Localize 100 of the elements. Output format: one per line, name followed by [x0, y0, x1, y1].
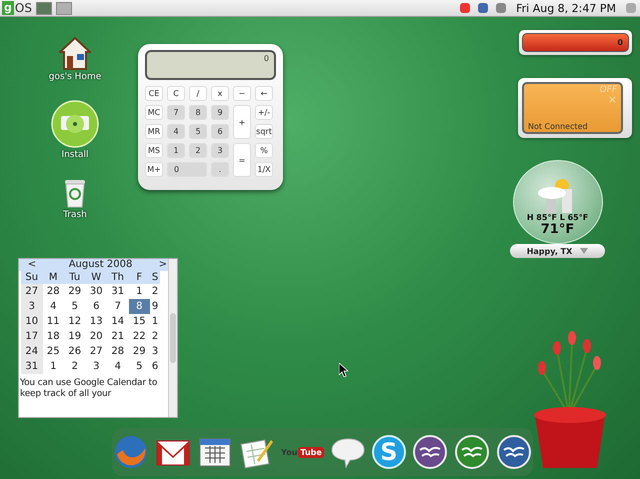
trash-icon[interactable]	[63, 178, 87, 208]
calendar-day[interactable]: 12	[64, 314, 86, 329]
calendar-day[interactable]: 27	[21, 284, 42, 299]
calculator-key[interactable]: C	[167, 86, 185, 101]
calendar-day[interactable]: 2	[150, 329, 160, 344]
calendar-day[interactable]: 13	[86, 314, 107, 329]
calendar-day[interactable]: 7	[107, 299, 128, 314]
connection-status: Not Connected	[528, 122, 589, 131]
calendar-day[interactable]: 6	[86, 299, 107, 314]
calculator-key[interactable]: +/-	[255, 105, 273, 120]
clock[interactable]: Fri Aug 8, 2:47 PM	[516, 2, 616, 14]
calculator-key[interactable]: ←	[255, 86, 273, 101]
next-month-button[interactable]: >	[158, 259, 168, 271]
calendar-day[interactable]: 22	[128, 329, 150, 344]
seagull-icon[interactable]	[496, 434, 532, 470]
calculator-key[interactable]: MC	[145, 105, 163, 120]
calendar-day[interactable]: 5	[64, 299, 86, 314]
icon-label[interactable]: Install	[61, 150, 89, 160]
disc-icon[interactable]	[51, 100, 99, 148]
calendar-day[interactable]: 14	[107, 314, 128, 329]
icon-label[interactable]: Trash	[63, 210, 87, 220]
calendar-day[interactable]: 1	[150, 314, 160, 329]
weekday-header: W	[86, 271, 107, 284]
calculator-key[interactable]: 1/X	[255, 162, 273, 177]
weekday-header: S	[150, 271, 160, 284]
meter-reading: 0	[617, 38, 623, 47]
calendar-day[interactable]: 15	[128, 314, 150, 329]
calendar-day[interactable]: 2	[64, 359, 86, 374]
calendar-day[interactable]: 1	[42, 359, 64, 374]
weekday-header: F	[128, 271, 150, 284]
calculator-key[interactable]: %	[255, 143, 273, 158]
workspace-switcher[interactable]	[36, 2, 52, 14]
calendar-day[interactable]: 3	[21, 299, 42, 314]
calendar-day[interactable]: 10	[21, 314, 42, 329]
calendar-day[interactable]: 4	[42, 299, 64, 314]
calculator-key[interactable]: 3	[211, 143, 229, 158]
calendar-day[interactable]: 3	[86, 359, 107, 374]
calendar-day[interactable]: 28	[42, 284, 64, 299]
calculator-key[interactable]: 1	[167, 143, 185, 158]
high-low-temperature: H 85°F L 65°F	[526, 213, 588, 222]
calculator-key[interactable]: CE	[145, 86, 163, 101]
calculator-key[interactable]: M+	[145, 162, 163, 177]
icon-label[interactable]: gos's Home	[48, 72, 102, 82]
calendar-day[interactable]: 9	[150, 299, 160, 314]
calendar-day[interactable]: 6	[150, 359, 160, 374]
calendar-day[interactable]: 1	[128, 284, 150, 299]
location-selector[interactable]: Happy, TX	[510, 244, 605, 258]
calculator-key[interactable]: sqrt	[255, 124, 273, 139]
calendar-day[interactable]: 31	[21, 359, 42, 374]
weekday-header: Th	[107, 271, 128, 284]
calculator-key[interactable]: MS	[145, 143, 163, 158]
calculator-key[interactable]: 8	[189, 105, 207, 120]
calculator-key[interactable]: 9	[211, 105, 229, 120]
calendar-day[interactable]: 11	[42, 314, 64, 329]
calendar-day[interactable]: 31	[107, 284, 128, 299]
calculator-key[interactable]: x	[211, 86, 229, 101]
calendar-day[interactable]: 28	[107, 344, 128, 359]
os-logo[interactable]: g OS	[2, 1, 32, 15]
calculator-key[interactable]: −	[233, 86, 251, 101]
calendar-day[interactable]: 5	[128, 359, 150, 374]
calendar-day[interactable]: 29	[128, 344, 150, 359]
seagull-icon[interactable]	[454, 434, 490, 470]
calculator-key[interactable]: .	[211, 162, 229, 177]
calendar-day[interactable]: 8	[128, 299, 150, 314]
previous-month-button[interactable]: <	[21, 259, 43, 271]
calendar-note: You can use Google Calendar to keep track of all your	[19, 377, 158, 400]
mouse-pointer-icon	[339, 363, 348, 377]
calendar-day[interactable]: 24	[21, 344, 42, 359]
calendar-day[interactable]: 3	[150, 344, 160, 359]
calculator-key[interactable]: 2	[189, 143, 207, 158]
calendar-day[interactable]: 26	[64, 344, 86, 359]
calculator-display: 0	[145, 50, 276, 80]
weekday-header: Su	[21, 271, 42, 284]
calendar-day[interactable]: 29	[64, 284, 86, 299]
calendar-day[interactable]: 21	[107, 329, 128, 344]
calendar-day[interactable]: 18	[42, 329, 64, 344]
calendar-day[interactable]: 27	[86, 344, 107, 359]
calculator-key[interactable]: 4	[167, 124, 185, 139]
calculator-key[interactable]: =	[233, 143, 251, 177]
workspace-switcher[interactable]	[56, 2, 72, 14]
calculator-key[interactable]: MR	[145, 124, 163, 139]
calendar-day[interactable]: 25	[42, 344, 64, 359]
calculator-key[interactable]: +	[233, 105, 251, 139]
calculator-key[interactable]: 5	[189, 124, 207, 139]
calendar-day[interactable]: 20	[86, 329, 107, 344]
calculator-key[interactable]: 0	[167, 162, 207, 177]
calendar-day[interactable]: 19	[64, 329, 86, 344]
calculator-key[interactable]: /	[189, 86, 207, 101]
calendar-day[interactable]: 17	[21, 329, 42, 344]
house-icon[interactable]	[59, 36, 91, 70]
calculator-key[interactable]: 7	[167, 105, 185, 120]
caret-icon[interactable]	[580, 248, 588, 254]
seagull-icon[interactable]	[412, 434, 448, 470]
scrollbar[interactable]	[168, 259, 177, 417]
current-temperature: 71°F	[540, 222, 574, 237]
calendar-day[interactable]: 4	[107, 359, 128, 374]
calendar-day[interactable]: 30	[86, 284, 107, 299]
calculator-key[interactable]: 6	[211, 124, 229, 139]
calendar-day[interactable]: 2	[150, 284, 160, 299]
disconnected-mark: ×	[608, 95, 617, 105]
